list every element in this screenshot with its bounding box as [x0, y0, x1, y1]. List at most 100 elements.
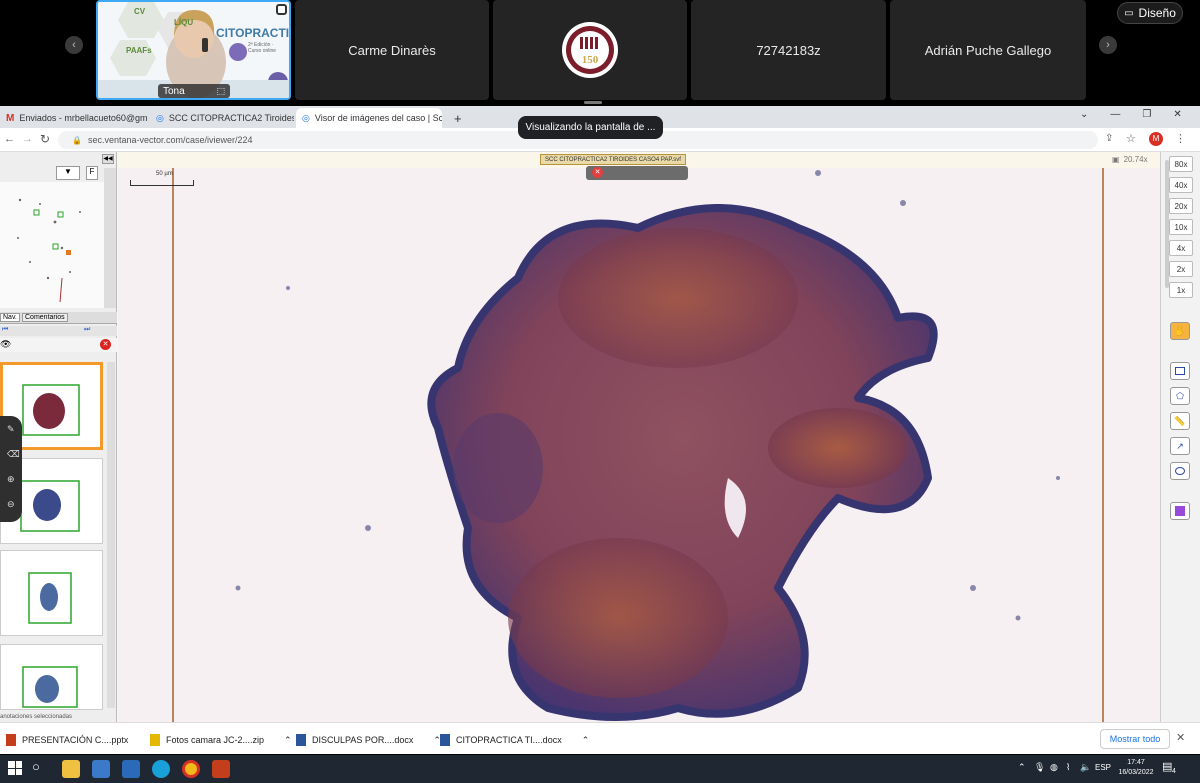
strip-resize-handle[interactable] [584, 101, 602, 104]
zoom-in-icon[interactable]: ⊕ [7, 474, 15, 485]
close-window-icon[interactable]: ✕ [1173, 109, 1181, 120]
participant-tile-2[interactable]: 150 [493, 0, 687, 100]
filter-icon[interactable]: F [86, 166, 98, 180]
download-item[interactable]: DISCULPAS POR....docx ⌃ [296, 729, 441, 751]
chevron-up-icon[interactable]: ⌃ [582, 735, 590, 746]
notification-count: 4 [1172, 768, 1176, 775]
reload-icon[interactable]: ↻ [40, 132, 50, 146]
minimize-icon[interactable]: — [1110, 109, 1120, 120]
freehand-tool-icon[interactable]: ⬠ [1170, 387, 1190, 405]
thumbnail-scrollbar[interactable] [107, 362, 115, 708]
speaker-name: Tona [163, 85, 185, 97]
share-screen-icon: ⬚ [216, 85, 225, 96]
close-overlay-icon[interactable]: ✕ [592, 167, 603, 178]
maximize-icon[interactable]: ❐ [1142, 109, 1151, 120]
overview-scrollbar[interactable] [104, 168, 116, 308]
slide-viewer: SCC CITOPRACTICA2 TIROIDES CASO4 PAP.svf… [0, 152, 1200, 726]
prev-participants-arrow-icon[interactable]: ‹ [65, 36, 83, 54]
microphone-icon[interactable]: 🎙 [1034, 762, 1045, 773]
zoom-out-icon[interactable]: ⊖ [7, 499, 15, 510]
delete-annotation-icon[interactable]: ✕ [100, 339, 111, 350]
floating-annotation-toolbar: ✎ ⌫ ⊕ ⊖ [0, 416, 22, 522]
tab-search-icon[interactable]: ⌄ [1080, 109, 1088, 120]
pin-icon[interactable] [276, 4, 287, 15]
zoom-20x-button[interactable]: 20x [1169, 198, 1193, 214]
pan-hand-icon[interactable]: ✋ [1170, 322, 1190, 340]
volume-icon[interactable]: 🔈 [1080, 762, 1091, 773]
forward-icon[interactable]: → [22, 133, 33, 145]
input-language[interactable]: ESP [1095, 763, 1111, 772]
collapse-panel-icon[interactable]: ◀◀ [102, 154, 114, 164]
slide-label-liquid: LÍQU [174, 18, 194, 27]
tray-chevron-icon[interactable]: ⌃ [1018, 762, 1026, 773]
tab-image-viewer[interactable]: ◎ Visor de imágenes del caso | Sc... ✕ [296, 108, 442, 128]
share-icon[interactable]: ⇪ [1105, 133, 1113, 144]
zoom-1x-button[interactable]: 1x [1169, 282, 1193, 298]
annotation-thumbnail[interactable] [0, 550, 103, 636]
download-item[interactable]: CITOPRACTICA TI....docx ⌃ [440, 729, 589, 751]
participant-tile-3[interactable]: 72742183z [691, 0, 886, 100]
scale-bar [130, 180, 194, 186]
overlay-control-bar[interactable]: ✕ [586, 166, 688, 180]
menu-kebab-icon[interactable]: ⋮ [1175, 132, 1186, 145]
tab-navigator[interactable]: Nav. [0, 313, 20, 322]
downloads-bar: PRESENTACIÓN C....pptx ⌃ Fotos camara JC… [0, 722, 1200, 754]
close-downloads-icon[interactable]: ✕ [1176, 731, 1185, 744]
store-icon[interactable] [92, 760, 110, 778]
university-seal-icon: 150 [562, 22, 618, 78]
ellipse-tool-icon[interactable] [1170, 462, 1190, 480]
microscopy-image-area[interactable] [118, 168, 1160, 726]
tab-gmail[interactable]: M Enviados - mrbellacueto60@gm... [0, 108, 148, 128]
next-page-icon[interactable]: ⏭ [84, 326, 90, 334]
rectangle-tool-icon[interactable] [1170, 362, 1190, 380]
camera-icon[interactable]: ▣ [1112, 155, 1120, 164]
docx-file-icon [440, 734, 450, 746]
active-speaker-tile[interactable]: CV PAAFs LÍQU CITOPRACTICA 2ª Edición · … [96, 0, 291, 100]
participant-tile-4[interactable]: Adrián Puche Gallego [890, 0, 1086, 100]
screen-share-banner: Visualizando la pantalla de ... [518, 116, 663, 139]
wifi-icon[interactable]: ⌇ [1066, 762, 1070, 773]
search-icon[interactable]: ○ [32, 759, 40, 774]
tab-scc-case[interactable]: ◎ SCC CITOPRACTICA2 Tiroides Ca... ✕ [150, 108, 294, 128]
windows-start-icon[interactable] [8, 761, 22, 775]
zoom-40x-button[interactable]: 40x [1169, 177, 1193, 193]
network-icon[interactable]: ◍ [1050, 762, 1058, 773]
globe-icon: ◎ [156, 112, 164, 123]
bookmark-star-icon[interactable]: ☆ [1126, 132, 1136, 145]
draw-icon[interactable]: ✎ [7, 424, 15, 435]
annotations-selected-text: anotaciones seleccionadas [0, 714, 73, 720]
show-all-downloads-button[interactable]: Mostrar todo [1100, 729, 1170, 749]
powerpoint-icon[interactable] [212, 760, 230, 778]
first-page-icon[interactable]: ⏮ [2, 326, 8, 334]
zoom-4x-button[interactable]: 4x [1169, 240, 1193, 256]
chevron-up-icon[interactable]: ⌃ [284, 735, 292, 746]
color-picker-icon[interactable] [1170, 502, 1190, 520]
globe-icon: ◎ [302, 112, 310, 123]
layout-design-button[interactable]: ▭ Diseño [1117, 2, 1183, 24]
new-tab-button[interactable]: + [448, 108, 468, 128]
next-participants-arrow-icon[interactable]: › [1099, 36, 1117, 54]
edge-icon[interactable] [152, 760, 170, 778]
ruler-tool-icon[interactable]: 📏 [1170, 412, 1190, 430]
notification-icon[interactable]: ▤ [1162, 760, 1172, 773]
download-item[interactable]: PRESENTACIÓN C....pptx ⌃ [6, 729, 156, 751]
eraser-icon[interactable]: ⌫ [7, 449, 20, 460]
zoom-10x-button[interactable]: 10x [1169, 219, 1193, 235]
arrow-tool-icon[interactable]: ↗ [1170, 437, 1190, 455]
chrome-icon[interactable] [182, 760, 200, 778]
tab-comments[interactable]: Comentarios [22, 313, 68, 322]
zoom-2x-button[interactable]: 2x [1169, 261, 1193, 277]
participant-tile-1[interactable]: Carme Dinarès [295, 0, 489, 100]
file-explorer-icon[interactable] [62, 760, 80, 778]
back-icon[interactable]: ← [4, 133, 15, 145]
layer-select-icon[interactable]: ▼ [56, 166, 80, 180]
zoom-80x-button[interactable]: 80x [1169, 156, 1193, 172]
eye-icon[interactable]: 👁 [0, 339, 11, 350]
slide-title: CITOPRACTICA [216, 26, 290, 40]
svg-text:150: 150 [582, 54, 599, 66]
annotation-thumbnail[interactable] [0, 644, 103, 710]
slide-overview-map[interactable] [0, 182, 104, 308]
mail-icon[interactable] [122, 760, 140, 778]
profile-avatar[interactable]: M [1149, 132, 1163, 146]
download-item[interactable]: Fotos camara JC-2....zip ⌃ [150, 729, 292, 751]
